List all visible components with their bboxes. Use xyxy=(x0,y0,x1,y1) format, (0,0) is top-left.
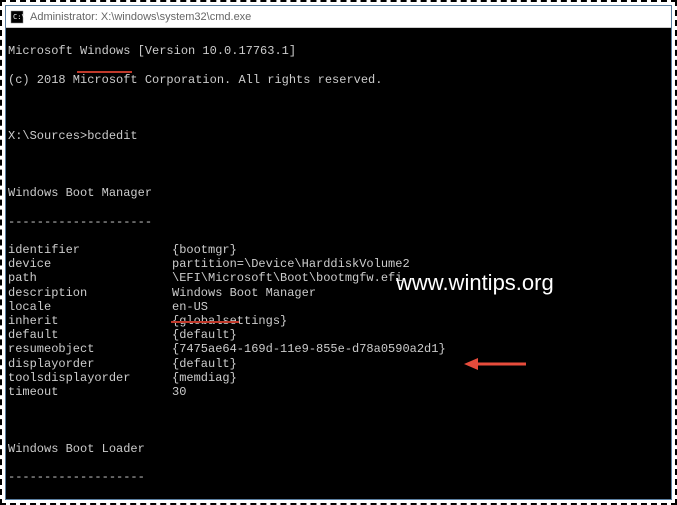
property-row: localeen-US xyxy=(8,300,671,314)
property-key: path xyxy=(8,271,172,285)
property-row: path\EFI\Microsoft\Boot\bootmgfw.efi xyxy=(8,271,671,285)
section-title-1: Windows Boot Manager xyxy=(8,186,671,200)
property-row: resumeobject{7475ae64-169d-11e9-855e-d78… xyxy=(8,342,671,356)
annotation-arrow-icon xyxy=(406,342,468,358)
annotation-underline-default xyxy=(171,321,239,323)
section-divider-1: -------------------- xyxy=(8,215,671,229)
property-key: toolsdisplayorder xyxy=(8,371,172,385)
property-key: device xyxy=(8,257,172,271)
titlebar[interactable]: C:\ Administrator: X:\windows\system32\c… xyxy=(6,6,671,28)
property-key: inherit xyxy=(8,314,172,328)
property-row: inherit{globalsettings} xyxy=(8,314,671,328)
section-title-2: Windows Boot Loader xyxy=(8,442,671,456)
property-value: {bootmgr} xyxy=(172,243,671,257)
property-key: description xyxy=(8,286,172,300)
property-key: resumeobject xyxy=(8,342,172,356)
blank-line xyxy=(8,413,671,427)
property-value: {globalsettings} xyxy=(172,314,671,328)
property-key: identifier xyxy=(8,243,172,257)
terminal-area[interactable]: Microsoft Windows [Version 10.0.17763.1]… xyxy=(6,28,671,499)
property-key: displayorder xyxy=(8,357,172,371)
section-1-rows: identifier{bootmgr}devicepartition=\Devi… xyxy=(8,243,671,399)
property-row: devicepartition=\Device\HarddiskVolume2 xyxy=(8,257,671,271)
property-key: locale xyxy=(8,300,172,314)
svg-text:C:\: C:\ xyxy=(13,13,24,21)
version-line: Microsoft Windows [Version 10.0.17763.1] xyxy=(8,44,671,58)
annotation-underline-bcdedit xyxy=(77,71,132,73)
property-key: timeout xyxy=(8,385,172,399)
property-row: displayorder{default} xyxy=(8,357,671,371)
command-line-1: X:\Sources>bcdedit xyxy=(8,129,671,143)
section-divider-2: ------------------- xyxy=(8,470,671,484)
property-value: {default} xyxy=(172,328,671,342)
property-row: identifier{bootmgr} xyxy=(8,243,671,257)
copyright-line: (c) 2018 Microsoft Corporation. All righ… xyxy=(8,73,671,87)
watermark-text: www.wintips.org xyxy=(396,276,554,290)
blank-line xyxy=(8,158,671,172)
property-value: en-US xyxy=(172,300,671,314)
property-key: default xyxy=(8,328,172,342)
property-row: timeout30 xyxy=(8,385,671,399)
property-row: toolsdisplayorder{memdiag} xyxy=(8,371,671,385)
blank-line xyxy=(8,101,671,115)
window-title: Administrator: X:\windows\system32\cmd.e… xyxy=(30,11,251,23)
property-row: default{default} xyxy=(8,328,671,342)
screenshot-frame: C:\ Administrator: X:\windows\system32\c… xyxy=(0,0,677,505)
property-row: descriptionWindows Boot Manager xyxy=(8,286,671,300)
cmd-window: C:\ Administrator: X:\windows\system32\c… xyxy=(5,5,672,500)
cmd-icon: C:\ xyxy=(10,10,24,24)
